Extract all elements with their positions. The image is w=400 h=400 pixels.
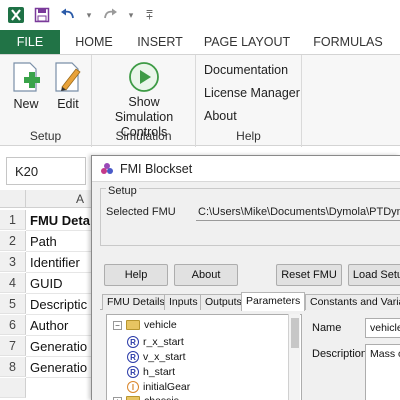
tab-page-layout[interactable]: PAGE LAYOUT: [192, 30, 302, 54]
ribbon-tabs: FILE HOME INSERT PAGE LAYOUT FORMULAS: [0, 30, 400, 54]
parameter-tree[interactable]: − vehicle R r_x_start R v_x_start R h_st…: [106, 314, 302, 400]
tree-node-vehicle[interactable]: − vehicle: [113, 319, 177, 331]
tab-formulas[interactable]: FORMULAS: [302, 30, 394, 54]
cell-a4[interactable]: GUID: [30, 273, 94, 293]
fmi-blockset-dialog: FMI Blockset Setup Selected FMU C:\Users…: [91, 155, 400, 400]
cell-a5[interactable]: Descriptic: [30, 294, 94, 314]
folder-icon: [126, 320, 140, 330]
tab-home[interactable]: HOME: [60, 30, 128, 54]
edit-button[interactable]: Edit: [52, 61, 84, 112]
name-label: Name: [312, 322, 342, 334]
tree-node-r-x-start[interactable]: R r_x_start: [127, 336, 184, 348]
tab-insert[interactable]: INSERT: [128, 30, 192, 54]
excel-logo-icon: [6, 5, 26, 25]
documentation-link[interactable]: Documentation: [204, 63, 288, 77]
undo-dropdown-icon[interactable]: ▾: [84, 5, 94, 25]
load-setup-button[interactable]: Load Setup: [348, 264, 400, 286]
description-field[interactable]: Mass o: [365, 344, 400, 400]
ribbon-group-simulation: Show Simulation Controls Simulation: [92, 55, 196, 147]
scrollbar-thumb[interactable]: [291, 318, 299, 348]
expand-icon[interactable]: +: [113, 396, 122, 400]
tree-node-h-start[interactable]: R h_start: [127, 366, 175, 378]
tree-scrollbar[interactable]: [288, 314, 300, 400]
row-header[interactable]: 2: [0, 231, 26, 251]
name-box[interactable]: K20: [6, 157, 86, 185]
tab-file[interactable]: FILE: [0, 30, 60, 54]
quick-access-toolbar: ▾ ▾ ⩱: [0, 0, 400, 30]
ribbon: New Edit Setup Show Simulation Controls …: [0, 54, 400, 147]
ribbon-group-setup: New Edit Setup: [0, 55, 92, 147]
tree-node-label: chassis: [144, 395, 179, 400]
row-header[interactable]: 8: [0, 357, 26, 377]
redo-dropdown-icon[interactable]: ▾: [126, 5, 136, 25]
real-variable-icon: R: [127, 366, 139, 378]
help-button[interactable]: Help: [104, 264, 168, 286]
tab-outputs[interactable]: Outputs: [200, 294, 247, 310]
tree-node-label: h_start: [143, 366, 176, 378]
dialog-tab-strip: FMU Details Inputs Outputs Parameters Co…: [100, 292, 400, 311]
cell-a8[interactable]: Generatio: [30, 357, 94, 377]
save-icon[interactable]: [32, 5, 52, 25]
tree-node-initial-gear[interactable]: I initialGear: [127, 381, 190, 393]
redo-icon[interactable]: [100, 5, 120, 25]
cell-a3[interactable]: Identifier: [30, 252, 94, 272]
row-header[interactable]: 4: [0, 273, 26, 293]
tab-constants-and-variables[interactable]: Constants and Variabl: [305, 294, 400, 310]
setup-groupbox-label: Setup: [106, 185, 139, 197]
help-group-label: Help: [236, 129, 261, 143]
collapse-icon[interactable]: −: [113, 320, 122, 330]
tree-node-label: vehicle: [144, 319, 177, 331]
name-field[interactable]: vehicle.: [365, 318, 400, 338]
row-header[interactable]: 6: [0, 315, 26, 335]
real-variable-icon: R: [127, 351, 139, 363]
undo-icon[interactable]: [58, 5, 78, 25]
show-simulation-label-1: Show Simulation: [114, 95, 174, 124]
tab-inputs[interactable]: Inputs: [164, 294, 203, 310]
row-header[interactable]: 7: [0, 336, 26, 356]
real-variable-icon: R: [127, 336, 139, 348]
selected-fmu-label: Selected FMU: [106, 206, 176, 218]
folder-icon: [126, 396, 140, 400]
customize-toolbar-icon[interactable]: ⩱: [146, 8, 153, 23]
dialog-title: FMI Blockset: [120, 161, 193, 176]
simulation-group-label: Simulation: [115, 129, 172, 143]
row-header[interactable]: [0, 378, 26, 398]
tree-node-label: v_x_start: [143, 351, 186, 363]
tree-node-label: r_x_start: [143, 336, 184, 348]
tree-node-label: initialGear: [143, 381, 191, 393]
new-button[interactable]: New: [10, 61, 42, 112]
row-header[interactable]: 1: [0, 210, 26, 230]
tree-node-v-x-start[interactable]: R v_x_start: [127, 351, 186, 363]
about-link[interactable]: About: [204, 109, 237, 123]
tab-parameters[interactable]: Parameters: [241, 292, 306, 311]
cell-a6[interactable]: Author: [30, 315, 94, 335]
selected-fmu-path[interactable]: C:\Users\Mike\Documents\Dymola\PTDynamic…: [198, 206, 400, 218]
select-all-corner[interactable]: [0, 190, 26, 208]
dialog-title-bar[interactable]: FMI Blockset: [92, 156, 400, 182]
license-manager-link[interactable]: License Manager: [204, 86, 300, 100]
description-label: Description: [312, 348, 368, 360]
cell-a7[interactable]: Generatio: [30, 336, 94, 356]
fmi-app-icon: [101, 162, 113, 174]
selected-fmu-underline: [196, 220, 400, 221]
column-header-a[interactable]: A: [76, 192, 84, 206]
new-button-label: New: [13, 97, 39, 111]
edit-icon: [55, 62, 81, 92]
integer-variable-icon: I: [127, 381, 139, 393]
setup-group-label: Setup: [29, 129, 62, 143]
row-header[interactable]: 3: [0, 252, 26, 272]
cell-a2[interactable]: Path: [30, 231, 94, 251]
reset-fmu-button[interactable]: Reset FMU: [276, 264, 342, 286]
edit-button-label: Edit: [57, 97, 79, 111]
play-icon: [129, 62, 159, 92]
about-button[interactable]: About: [174, 264, 238, 286]
new-icon: [13, 62, 40, 92]
row-header[interactable]: 5: [0, 294, 26, 314]
tab-fmu-details[interactable]: FMU Details: [102, 294, 170, 310]
tree-node-chassis[interactable]: + chassis: [113, 395, 179, 400]
cell-a1[interactable]: FMU Deta: [30, 210, 94, 230]
